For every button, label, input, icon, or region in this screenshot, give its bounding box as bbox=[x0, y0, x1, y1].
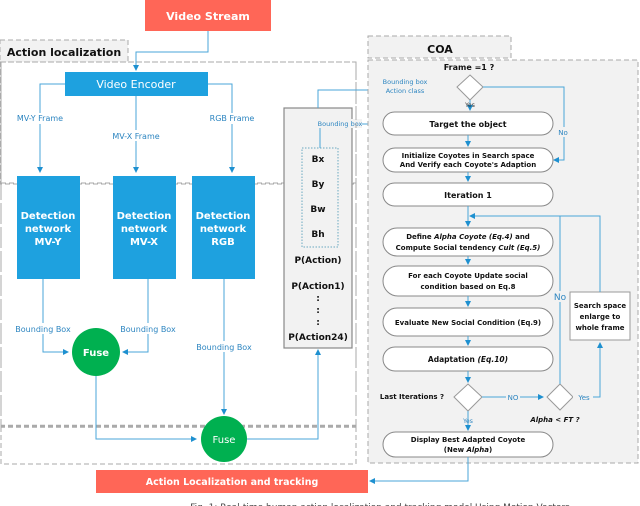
mvy-to-fuse-arrow bbox=[42, 279, 69, 355]
svg-text:MV-Y: MV-Y bbox=[35, 237, 63, 248]
mvx-to-fuse-arrow bbox=[122, 279, 149, 355]
step-target-object: Target the object bbox=[382, 111, 554, 136]
fuse-label-2: Fuse bbox=[213, 435, 236, 446]
last-yes-label: Yes bbox=[462, 418, 473, 425]
svg-text:(New Alpha): (New Alpha) bbox=[444, 446, 492, 454]
step-update-social-condition: For each Coyote Update social condition … bbox=[382, 265, 554, 297]
svg-text:Target the object: Target the object bbox=[429, 120, 506, 129]
svg-text:Search space: Search space bbox=[574, 302, 627, 310]
svg-text::: : bbox=[316, 318, 320, 328]
last-no-label: NO bbox=[508, 394, 519, 402]
step-adaptation: Adaptation (Eq.10) bbox=[382, 346, 554, 372]
svg-text:Detection: Detection bbox=[21, 211, 76, 222]
video-stream-label: Video Stream bbox=[166, 10, 250, 23]
svg-text:MV-X: MV-X bbox=[130, 237, 158, 248]
detection-network-mvy: Detection network MV-Y bbox=[17, 176, 80, 279]
bbox-label-mvy: Bounding Box bbox=[15, 325, 71, 334]
diagram-canvas: Action localization Video Stream Video E… bbox=[0, 0, 639, 506]
alpha-yes-label: Yes bbox=[577, 394, 590, 402]
detection-network-rgb: Detection network RGB bbox=[192, 176, 255, 279]
alpha-no-label: No bbox=[554, 293, 567, 303]
rgb-frame-arrow bbox=[208, 83, 235, 173]
fuse1-to-fuse2-arrow bbox=[95, 376, 197, 442]
svg-text:Adaptation (Eq.10): Adaptation (Eq.10) bbox=[428, 355, 508, 364]
coa-input-label-class: Action class bbox=[386, 87, 425, 95]
svg-text:And Verify each Coyote's Adapt: And Verify each Coyote's Adaption bbox=[400, 161, 536, 169]
coa-input-label-bbox: Bounding box bbox=[383, 78, 428, 86]
frame-question-label: Frame =1 ? bbox=[444, 63, 495, 72]
stream-to-encoder-arrow bbox=[133, 31, 209, 71]
frame-yes-label: Yes bbox=[464, 102, 475, 109]
svg-text:RGB: RGB bbox=[211, 237, 235, 248]
svg-text:Initialize Coyotes in Search s: Initialize Coyotes in Search space bbox=[402, 152, 535, 160]
action-localization-tracking-label: Action Localization and tracking bbox=[146, 477, 319, 488]
svg-text:network: network bbox=[25, 224, 72, 235]
svg-text:Detection: Detection bbox=[196, 211, 251, 222]
svg-text:For each Coyote Update social: For each Coyote Update social bbox=[408, 272, 528, 280]
mvy-frame-arrow bbox=[37, 83, 65, 173]
svg-text:Iteration 1: Iteration 1 bbox=[444, 191, 492, 200]
svg-text:Display Best Adapted Coyote: Display Best Adapted Coyote bbox=[411, 436, 526, 444]
step-iteration-1: Iteration 1 bbox=[382, 182, 554, 207]
step-display-best-coyote: Display Best Adapted Coyote (New Alpha) bbox=[382, 431, 554, 458]
bbox-label-mvx: Bounding Box bbox=[120, 325, 176, 334]
alpha-ft-label: Alpha < FT ? bbox=[529, 416, 579, 424]
p-action24: P(Action24) bbox=[288, 333, 348, 343]
svg-text:network: network bbox=[121, 224, 168, 235]
coa-title: COA bbox=[427, 43, 453, 56]
svg-text:Detection: Detection bbox=[117, 211, 172, 222]
search-space-box: Search space enlarge to whole frame bbox=[569, 291, 631, 341]
p-action: P(Action) bbox=[294, 256, 341, 266]
coord-bx: Bx bbox=[312, 155, 325, 165]
svg-text:enlarge to: enlarge to bbox=[580, 313, 621, 321]
mvx-frame-label: MV-X Frame bbox=[112, 132, 159, 141]
output-vector-box: Bx By Bw Bh P(Action) P(Action1) : : : P… bbox=[283, 107, 353, 349]
coord-bw: Bw bbox=[310, 205, 325, 215]
step-initialize-coyotes: Initialize Coyotes in Search space And V… bbox=[382, 147, 554, 173]
step-define-alpha: Define Alpha Coyote (Eq.4) and Compute S… bbox=[382, 227, 554, 257]
mvy-frame-label: MV-Y Frame bbox=[17, 114, 63, 123]
detection-network-mvx: Detection network MV-X bbox=[113, 176, 176, 279]
svg-text:condition based on Eq.8: condition based on Eq.8 bbox=[421, 283, 516, 291]
rgb-frame-label: RGB Frame bbox=[210, 114, 255, 123]
coord-by: By bbox=[312, 180, 325, 190]
svg-text::: : bbox=[316, 306, 320, 316]
svg-text:Define Alpha Coyote (Eq.4) and: Define Alpha Coyote (Eq.4) and bbox=[406, 233, 530, 241]
svg-text:whole frame: whole frame bbox=[575, 324, 624, 332]
svg-text:Evaluate New Social Condition: Evaluate New Social Condition (Eq.9) bbox=[395, 319, 541, 327]
coord-bh: Bh bbox=[311, 230, 324, 240]
bbox-label-rgb: Bounding Box bbox=[196, 343, 252, 352]
last-iterations-label: Last Iterations ? bbox=[380, 393, 444, 401]
svg-text::: : bbox=[316, 294, 320, 304]
svg-text:Compute Social tendency Cult (: Compute Social tendency Cult (Eq.5) bbox=[396, 244, 541, 252]
step-evaluate-social-condition: Evaluate New Social Condition (Eq.9) bbox=[382, 307, 554, 337]
fuse-label-1: Fuse bbox=[83, 348, 109, 359]
frame-no-label: No bbox=[558, 129, 568, 137]
p-action1: P(Action1) bbox=[291, 282, 344, 292]
video-encoder-label: Video Encoder bbox=[96, 78, 176, 91]
action-localization-title: Action localization bbox=[7, 46, 121, 59]
svg-text:network: network bbox=[200, 224, 247, 235]
